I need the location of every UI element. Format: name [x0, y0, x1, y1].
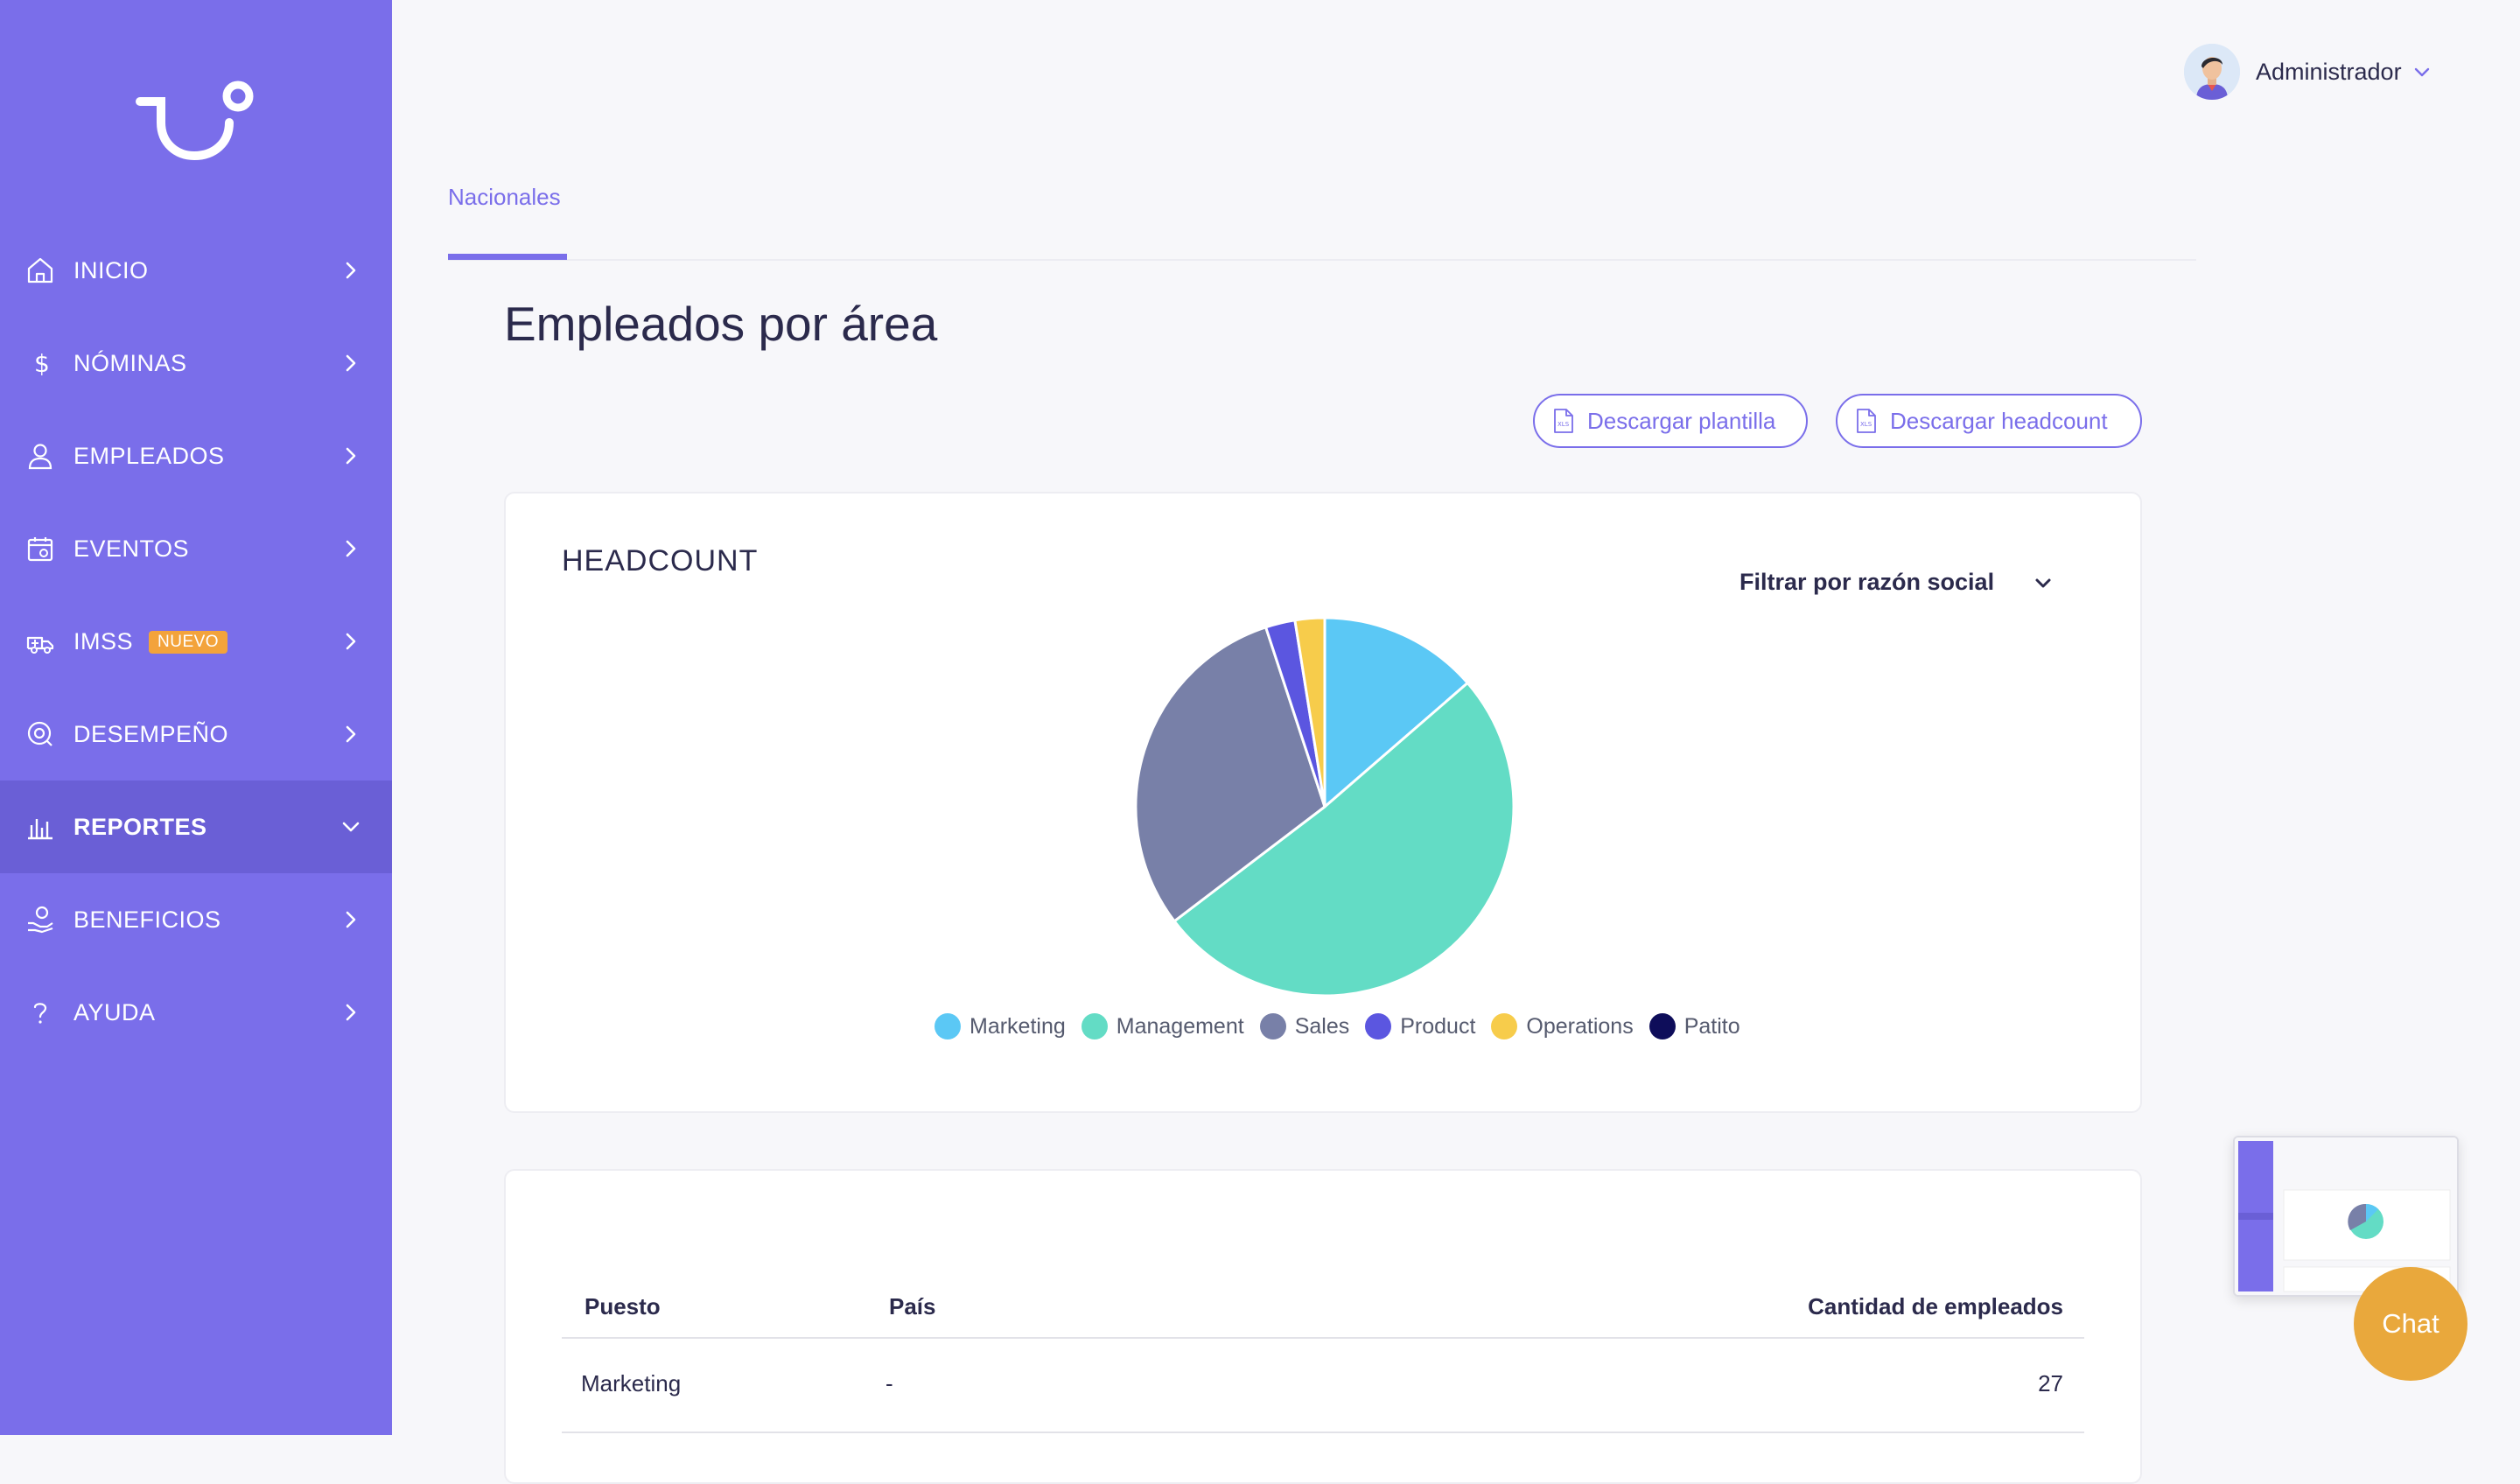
chevron-right-icon: [346, 354, 356, 372]
user-menu[interactable]: Administrador: [2184, 44, 2432, 100]
table-row-divider: [562, 1432, 2084, 1433]
cell-pais: -: [886, 1370, 893, 1396]
xls-file-icon: XLS: [1554, 409, 1573, 433]
table-header-puesto: Puesto: [584, 1293, 661, 1320]
sidebar-item-label: DESEMPEÑO: [74, 720, 229, 747]
active-tab-indicator: [448, 254, 567, 260]
headcount-card: HEADCOUNT Filtrar por razón social Marke…: [504, 492, 2142, 1113]
sidebar-item-label-text: IMSS: [74, 627, 134, 654]
chevron-right-icon: [346, 540, 356, 557]
table-header-cantidad: Cantidad de empleados: [1808, 1293, 2063, 1320]
sidebar-item-label: IMSS NUEVO: [74, 628, 228, 655]
legend-item-marketing[interactable]: Marketing: [934, 1013, 1066, 1040]
download-template-button[interactable]: XLS Descargar plantilla: [1533, 394, 1808, 448]
legend-label: Patito: [1684, 1013, 1740, 1039]
legend-label: Marketing: [970, 1013, 1066, 1039]
legend-item-sales[interactable]: Sales: [1259, 1013, 1350, 1040]
legend-item-operations[interactable]: Operations: [1491, 1013, 1634, 1040]
page-title: Empleados por área: [504, 297, 938, 351]
legend-swatch: [1259, 1013, 1286, 1040]
sidebar: INICIO $ NÓMINAS EMPLEADOS EVENTOS IMSS N…: [0, 0, 392, 1435]
legend-swatch: [934, 1013, 961, 1040]
calendar-icon: [27, 537, 53, 562]
legend-label: Operations: [1526, 1013, 1634, 1039]
performance-icon: [27, 721, 52, 746]
sidebar-item-label: REPORTES: [74, 813, 207, 840]
legend-item-management[interactable]: Management: [1081, 1013, 1244, 1040]
legend-label: Management: [1116, 1013, 1244, 1039]
employees-table-card: Puesto País Cantidad de empleados Market…: [504, 1169, 2142, 1484]
legend-swatch: [1491, 1013, 1518, 1040]
sidebar-item-label: INICIO: [74, 256, 149, 284]
chevron-right-icon: [346, 262, 356, 279]
chevron-right-icon: [346, 911, 356, 928]
bar-chart-icon: [28, 819, 52, 840]
cell-cantidad: 27: [2038, 1370, 2063, 1396]
legend-label: Sales: [1294, 1013, 1350, 1039]
app-logo-icon[interactable]: [131, 77, 262, 164]
svg-text:$: $: [34, 349, 50, 378]
tab-nacionales[interactable]: Nacionales: [448, 184, 561, 211]
new-badge: NUEVO: [149, 631, 228, 654]
svg-text:XLS: XLS: [1558, 421, 1570, 428]
sidebar-item-inicio[interactable]: INICIO: [0, 224, 392, 317]
chevron-down-icon: [342, 822, 360, 832]
sidebar-item-beneficios[interactable]: BENEFICIOS: [0, 873, 392, 966]
chevron-down-icon: [2414, 67, 2429, 77]
sidebar-item-eventos[interactable]: EVENTOS: [0, 502, 392, 595]
legend-swatch: [1648, 1013, 1676, 1040]
sidebar-item-label: EVENTOS: [74, 535, 190, 562]
sidebar-item-desempeno[interactable]: DESEMPEÑO: [0, 688, 392, 780]
chart-legend: Marketing Management Sales Product Operation…: [934, 1013, 1756, 1040]
chevron-right-icon: [346, 447, 356, 465]
headcount-pie-chart: [1134, 616, 1516, 998]
avatar: [2184, 44, 2240, 100]
ambulance-icon: [26, 636, 54, 654]
sidebar-item-imss[interactable]: IMSS NUEVO: [0, 595, 392, 688]
svg-text:XLS: XLS: [1860, 421, 1872, 428]
question-icon: [33, 1003, 47, 1024]
table-header-divider: [562, 1337, 2084, 1339]
download-headcount-button[interactable]: XLS Descargar headcount: [1836, 394, 2142, 448]
xls-file-icon: XLS: [1857, 409, 1876, 433]
sidebar-item-nominas[interactable]: $ NÓMINAS: [0, 317, 392, 410]
dollar-icon: $: [34, 349, 50, 378]
chevron-right-icon: [346, 633, 356, 650]
download-template-label: Descargar plantilla: [1587, 407, 1776, 434]
legend-swatch: [1081, 1013, 1108, 1040]
chat-button[interactable]: Chat: [2354, 1267, 2468, 1381]
legend-item-product[interactable]: Product: [1365, 1013, 1475, 1040]
sidebar-item-ayuda[interactable]: AYUDA: [0, 966, 392, 1059]
avatar-illustration-icon: [2184, 44, 2240, 100]
sidebar-item-label: BENEFICIOS: [74, 906, 221, 933]
user-icon: [28, 444, 52, 470]
legend-swatch: [1365, 1013, 1392, 1040]
home-icon: [27, 257, 53, 284]
chevron-right-icon: [346, 1004, 356, 1021]
chevron-right-icon: [346, 725, 356, 743]
legend-label: Product: [1400, 1013, 1476, 1039]
user-name: Administrador: [2256, 58, 2402, 85]
sidebar-item-label: EMPLEADOS: [74, 442, 225, 469]
table-header-pais: País: [889, 1293, 936, 1320]
sidebar-item-reportes[interactable]: REPORTES: [0, 780, 392, 873]
download-headcount-label: Descargar headcount: [1890, 407, 2108, 434]
tabs-divider: [448, 259, 2196, 261]
legend-item-patito[interactable]: Patito: [1648, 1013, 1740, 1040]
sidebar-item-label: AYUDA: [74, 998, 156, 1026]
sidebar-item-empleados[interactable]: EMPLEADOS: [0, 410, 392, 502]
cell-puesto: Marketing: [581, 1370, 682, 1396]
sidebar-item-label: NÓMINAS: [74, 349, 187, 376]
hand-coin-icon: [28, 906, 53, 934]
